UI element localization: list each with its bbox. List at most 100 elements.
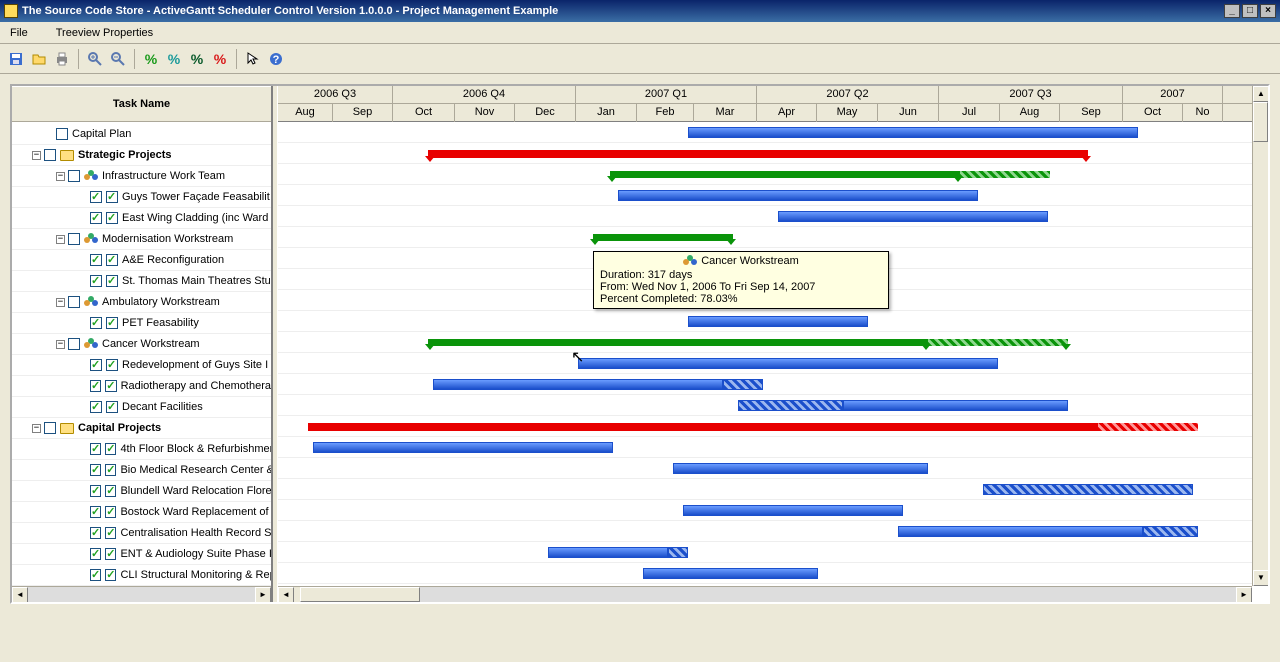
expander-icon[interactable]: − — [56, 235, 65, 244]
percent-green-icon[interactable]: % — [141, 49, 161, 69]
checkbox[interactable] — [90, 317, 102, 329]
tree-row[interactable]: Centralisation Health Record Stora — [12, 523, 271, 544]
gantt-bar[interactable] — [428, 339, 928, 346]
checkbox[interactable] — [90, 275, 102, 287]
task-tree[interactable]: Capital Plan−Strategic Projects−Infrastr… — [12, 122, 271, 586]
gantt-bar[interactable] — [688, 127, 1138, 138]
menu-treeview-properties[interactable]: Treeview Properties — [52, 25, 157, 41]
gantt-bar[interactable] — [610, 171, 960, 178]
print-icon[interactable] — [52, 49, 72, 69]
gantt-bar[interactable] — [618, 190, 978, 201]
close-button[interactable]: × — [1260, 4, 1276, 18]
gantt-bar[interactable] — [313, 442, 613, 453]
minimize-button[interactable]: _ — [1224, 4, 1240, 18]
tree-row[interactable]: Decant Facilities — [12, 397, 271, 418]
gantt-bar[interactable] — [643, 568, 818, 579]
maximize-button[interactable]: □ — [1242, 4, 1258, 18]
menu-file[interactable]: File — [6, 25, 32, 41]
checkbox[interactable] — [90, 212, 102, 224]
expander-icon[interactable]: − — [32, 424, 41, 433]
checkbox[interactable] — [44, 422, 56, 434]
gantt-bar[interactable] — [578, 358, 998, 369]
gantt-bar[interactable] — [593, 234, 733, 241]
gantt-bar[interactable] — [308, 423, 1098, 431]
tree-row[interactable]: Guys Tower Façade Feasabilit — [12, 187, 271, 208]
open-icon[interactable] — [29, 49, 49, 69]
checkbox[interactable] — [90, 191, 102, 203]
gantt-bar[interactable] — [428, 150, 1088, 158]
scroll-left-icon[interactable]: ◄ — [278, 587, 294, 602]
gantt-bar[interactable] — [433, 379, 723, 390]
checkbox[interactable] — [90, 380, 101, 392]
tree-row[interactable]: Blundell Ward Relocation Florence — [12, 481, 271, 502]
scroll-up-icon[interactable]: ▲ — [1253, 86, 1268, 102]
zoom-in-icon[interactable] — [85, 49, 105, 69]
gantt-bar[interactable] — [1098, 423, 1198, 431]
tree-row[interactable]: Radiotherapy and Chemothera — [12, 376, 271, 397]
tree-row[interactable]: −Ambulatory Workstream — [12, 292, 271, 313]
checkbox[interactable] — [90, 443, 101, 455]
checkbox[interactable] — [90, 254, 102, 266]
chart-h-scrollbar[interactable]: ◄ ► — [278, 586, 1252, 602]
expander-icon[interactable]: − — [56, 172, 65, 181]
expander-icon[interactable]: − — [56, 340, 65, 349]
percent-red-icon[interactable]: % — [210, 49, 230, 69]
tree-h-scrollbar[interactable]: ◄ ► — [12, 586, 271, 602]
checkbox[interactable] — [56, 128, 68, 140]
gantt-bar[interactable] — [778, 211, 1048, 222]
gantt-bar[interactable] — [723, 379, 763, 390]
help-icon[interactable]: ? — [266, 49, 286, 69]
gantt-bar[interactable] — [983, 484, 1193, 495]
checkbox[interactable] — [68, 170, 80, 182]
checkbox[interactable] — [90, 527, 101, 539]
gantt-chart[interactable] — [278, 122, 1268, 602]
tree-row[interactable]: Bostock Ward Replacement of Wa — [12, 502, 271, 523]
tree-row[interactable]: −Strategic Projects — [12, 145, 271, 166]
checkbox[interactable] — [90, 569, 101, 581]
tree-row[interactable]: 4th Floor Block & Refurbishment — [12, 439, 271, 460]
checkbox[interactable] — [90, 359, 102, 371]
gantt-bar[interactable] — [668, 547, 688, 558]
gantt-bar[interactable] — [928, 339, 1068, 346]
tree-row[interactable]: PET Feasability — [12, 313, 271, 334]
gantt-bar[interactable] — [548, 547, 668, 558]
checkbox[interactable] — [44, 149, 56, 161]
checkbox[interactable] — [90, 506, 101, 518]
scroll-down-icon[interactable]: ▼ — [1253, 570, 1268, 586]
gantt-bar[interactable] — [898, 526, 1143, 537]
tree-row[interactable]: ENT & Audiology Suite Phase II — [12, 544, 271, 565]
percent-darkgreen-icon[interactable]: % — [187, 49, 207, 69]
tree-row[interactable]: −Infrastructure Work Team — [12, 166, 271, 187]
scroll-right-icon[interactable]: ► — [255, 587, 271, 602]
gantt-bar[interactable] — [688, 316, 868, 327]
tree-row[interactable]: Redevelopment of Guys Site I — [12, 355, 271, 376]
checkbox[interactable] — [68, 296, 80, 308]
scroll-left-icon[interactable]: ◄ — [12, 587, 28, 602]
tree-row[interactable]: St. Thomas Main Theatres Stu — [12, 271, 271, 292]
checkbox[interactable] — [90, 548, 101, 560]
pointer-icon[interactable] — [243, 49, 263, 69]
checkbox[interactable] — [68, 338, 80, 350]
tree-row[interactable]: Bio Medical Research Center & CR — [12, 460, 271, 481]
tree-row[interactable]: A&E Reconfiguration — [12, 250, 271, 271]
expander-icon[interactable]: − — [32, 151, 41, 160]
checkbox[interactable] — [90, 485, 101, 497]
gantt-bar[interactable] — [673, 463, 928, 474]
save-icon[interactable] — [6, 49, 26, 69]
gantt-bar[interactable] — [843, 400, 1068, 411]
zoom-out-icon[interactable] — [108, 49, 128, 69]
gantt-bar[interactable] — [683, 505, 903, 516]
checkbox[interactable] — [68, 233, 80, 245]
gantt-bar[interactable] — [1143, 526, 1198, 537]
tree-row[interactable]: CLI Structural Monitoring & Repair — [12, 565, 271, 586]
chart-v-scrollbar[interactable]: ▲ ▼ — [1252, 86, 1268, 586]
tree-row[interactable]: −Cancer Workstream — [12, 334, 271, 355]
checkbox[interactable] — [90, 401, 102, 413]
gantt-bar[interactable] — [738, 400, 843, 411]
tree-row[interactable]: Capital Plan — [12, 124, 271, 145]
tree-row[interactable]: East Wing Cladding (inc Ward — [12, 208, 271, 229]
tree-row[interactable]: −Capital Projects — [12, 418, 271, 439]
checkbox[interactable] — [90, 464, 101, 476]
expander-icon[interactable]: − — [56, 298, 65, 307]
percent-teal-icon[interactable]: % — [164, 49, 184, 69]
